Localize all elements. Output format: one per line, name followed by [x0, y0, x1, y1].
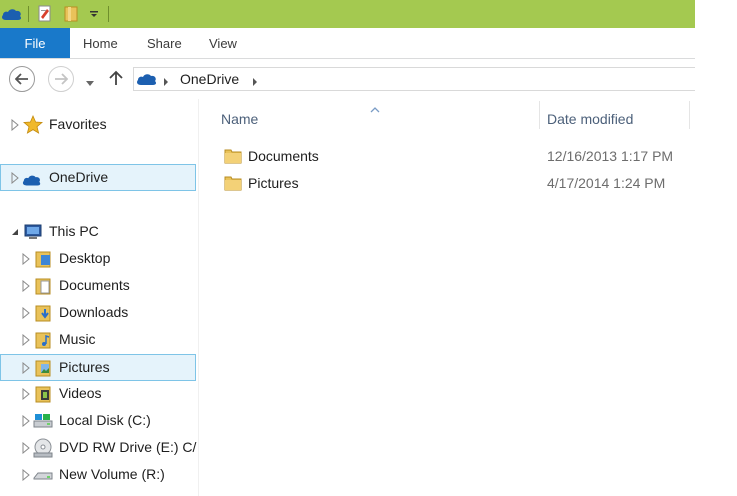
nav-item-label: Documents [59, 277, 130, 293]
arrow-right-icon [55, 73, 68, 85]
customize-toolbar-dropdown-icon[interactable] [86, 4, 102, 24]
file-name: Pictures [248, 175, 299, 191]
nav-item-videos[interactable]: Videos [0, 381, 196, 407]
music-folder-icon [35, 332, 51, 349]
recent-locations-dropdown-icon[interactable] [85, 75, 95, 93]
expand-arrow-icon[interactable] [21, 415, 31, 427]
nav-item-label: Local Disk (C:) [59, 412, 151, 428]
title-bar [0, 0, 695, 28]
tab-view[interactable]: View [209, 28, 237, 58]
dvd-drive-icon [33, 438, 53, 458]
nav-item-downloads[interactable]: Downloads [0, 300, 196, 326]
expand-arrow-icon[interactable] [10, 172, 20, 184]
nav-item-dvd-drive[interactable]: DVD RW Drive (E:) C/ [0, 435, 196, 461]
column-header-date-modified[interactable]: Date modified [547, 101, 633, 145]
navigation-pane: Favorites OneDrive This PC Desktop Docum… [0, 99, 199, 496]
expand-arrow-icon[interactable] [21, 253, 31, 265]
onedrive-cloud-icon [22, 175, 41, 186]
address-bar[interactable]: OneDrive [133, 67, 695, 91]
nav-item-label: Desktop [59, 250, 111, 266]
window-edge [695, 0, 737, 496]
new-folder-icon[interactable] [60, 4, 82, 24]
desktop-folder-icon [35, 251, 51, 268]
nav-item-label: Music [59, 331, 96, 347]
file-date-modified: 12/16/2013 1:17 PM [547, 148, 674, 164]
collapse-arrow-icon[interactable] [10, 226, 20, 238]
nav-item-this-pc[interactable]: This PC [0, 219, 196, 245]
folder-icon [224, 149, 242, 164]
nav-item-onedrive[interactable]: OneDrive [0, 164, 196, 191]
tab-home[interactable]: Home [83, 28, 118, 58]
column-divider[interactable] [689, 101, 690, 129]
breadcrumb-chevron-icon[interactable] [163, 74, 169, 92]
navigation-bar: OneDrive [0, 59, 695, 99]
star-icon [23, 115, 43, 134]
pictures-folder-icon [35, 360, 51, 377]
expand-arrow-icon[interactable] [10, 119, 20, 131]
ribbon: File Home Share View [0, 28, 695, 59]
properties-icon[interactable] [34, 4, 56, 24]
expand-arrow-icon[interactable] [21, 280, 31, 292]
breadcrumb-chevron-icon[interactable] [252, 74, 258, 92]
nav-item-label: OneDrive [49, 169, 109, 185]
drive-icon [33, 472, 53, 480]
breadcrumb-onedrive[interactable]: OneDrive [180, 71, 239, 87]
hard-drive-icon [33, 414, 53, 428]
nav-item-label: Pictures [59, 359, 110, 375]
up-arrow-icon[interactable] [109, 70, 123, 91]
back-button[interactable] [9, 66, 35, 92]
column-divider[interactable] [539, 101, 540, 129]
tab-share[interactable]: Share [147, 28, 182, 58]
folder-icon [224, 176, 242, 191]
file-date-modified: 4/17/2014 1:24 PM [547, 175, 666, 191]
onedrive-location-icon [136, 71, 158, 92]
downloads-folder-icon [35, 305, 51, 322]
nav-item-music[interactable]: Music [0, 327, 196, 353]
nav-item-label: Videos [59, 385, 102, 401]
nav-item-new-volume[interactable]: New Volume (R:) [0, 462, 196, 488]
documents-folder-icon [35, 278, 51, 295]
expand-arrow-icon[interactable] [21, 307, 31, 319]
expand-arrow-icon[interactable] [21, 442, 31, 454]
nav-item-label: DVD RW Drive (E:) C/ [59, 439, 197, 455]
onedrive-cloud-icon [0, 4, 24, 24]
videos-folder-icon [35, 386, 51, 403]
expand-arrow-icon[interactable] [21, 334, 31, 346]
forward-button[interactable] [48, 66, 74, 92]
nav-item-label: New Volume (R:) [59, 466, 165, 482]
nav-item-documents[interactable]: Documents [0, 273, 196, 299]
file-name: Documents [248, 148, 319, 164]
expand-arrow-icon[interactable] [21, 469, 31, 481]
nav-item-label: This PC [49, 223, 99, 239]
tab-file[interactable]: File [0, 28, 70, 58]
nav-item-label: Downloads [59, 304, 129, 320]
nav-item-favorites[interactable]: Favorites [0, 112, 196, 138]
file-row[interactable]: Pictures 4/17/2014 1:24 PM [220, 171, 690, 195]
arrow-left-icon [15, 73, 28, 85]
nav-item-local-disk[interactable]: Local Disk (C:) [0, 408, 196, 434]
column-header-name[interactable]: Name [221, 101, 258, 145]
sort-ascending-icon [370, 100, 380, 118]
expand-arrow-icon[interactable] [21, 362, 31, 374]
nav-item-pictures[interactable]: Pictures [0, 354, 196, 381]
file-row[interactable]: Documents 12/16/2013 1:17 PM [220, 144, 690, 168]
nav-item-label: Favorites [49, 116, 107, 132]
computer-icon [24, 224, 42, 239]
nav-item-desktop[interactable]: Desktop [0, 246, 196, 272]
expand-arrow-icon[interactable] [21, 388, 31, 400]
